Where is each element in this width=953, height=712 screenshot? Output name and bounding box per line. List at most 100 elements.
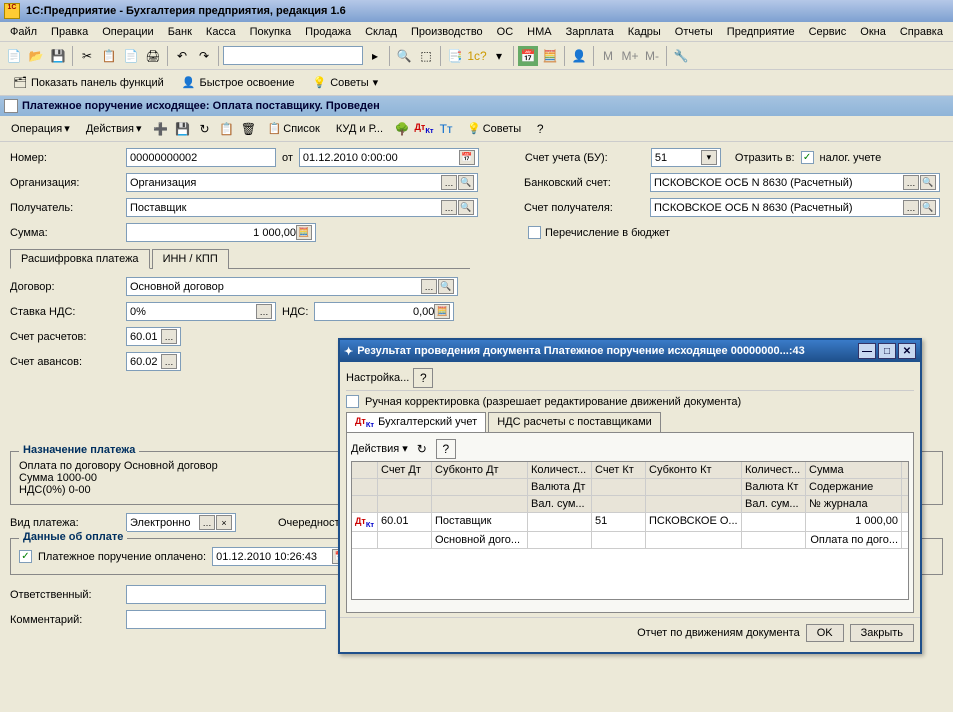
menu-help[interactable]: Справка	[894, 24, 949, 40]
copy-icon[interactable]: 📋	[99, 46, 119, 66]
lookup-icon[interactable]: 🔍	[458, 175, 474, 190]
tab-vat[interactable]: НДС расчеты с поставщиками	[488, 412, 661, 432]
minimize-icon[interactable]: —	[858, 343, 876, 359]
save-icon[interactable]: 💾	[48, 46, 68, 66]
find-icon[interactable]: 🔍	[394, 46, 414, 66]
contract-input[interactable]: Основной договор…🔍	[126, 277, 458, 296]
menu-windows[interactable]: Окна	[854, 24, 892, 40]
show-panel-button[interactable]: 🗂Показать панель функций	[6, 73, 171, 92]
menu-enterprise[interactable]: Предприятие	[721, 24, 801, 40]
menu-os[interactable]: ОС	[491, 24, 520, 40]
bank-input[interactable]: ПСКОВСКОЕ ОСБ N 8630 (Расчетный)…🔍	[650, 173, 940, 192]
maximize-icon[interactable]: □	[878, 343, 896, 359]
tips-button[interactable]: 💡Советы▾	[305, 73, 385, 92]
quick-learn-button[interactable]: 👤Быстрое освоение	[175, 73, 302, 92]
tab-inn-kpp[interactable]: ИНН / КПП	[152, 249, 229, 269]
lookup-icon[interactable]: 🔍	[920, 175, 936, 190]
advance-acct-input[interactable]: 60.02…	[126, 352, 181, 371]
calc-icon[interactable]: 🧮	[296, 225, 312, 240]
recipient-input[interactable]: Поставщик…🔍	[126, 198, 478, 217]
responsible-input[interactable]	[126, 585, 326, 604]
dropdown-icon[interactable]: ▾	[701, 150, 717, 165]
paste-icon[interactable]: 📄	[121, 46, 141, 66]
go-icon[interactable]: ▸	[365, 46, 385, 66]
lookup-icon[interactable]: 🔍	[458, 200, 474, 215]
tb-copy-icon[interactable]: 📋	[217, 119, 237, 139]
menu-cash[interactable]: Касса	[200, 24, 242, 40]
comment-input[interactable]	[126, 610, 326, 629]
select-icon[interactable]: …	[256, 304, 272, 319]
open-icon[interactable]: 📂	[26, 46, 46, 66]
close-button[interactable]: Закрыть	[850, 624, 914, 642]
menu-operations[interactable]: Операции	[96, 24, 159, 40]
tips2-button[interactable]: 💡 Советы	[460, 119, 528, 138]
date-input[interactable]: 01.12.2010 0:00:00📅	[299, 148, 479, 167]
table-row[interactable]: ДтКт 60.01 Поставщик 51 ПСКОВСКОЕ О... 1…	[352, 513, 908, 532]
lookup-icon[interactable]: 🔍	[920, 200, 936, 215]
menu-sale[interactable]: Продажа	[299, 24, 357, 40]
help-icon[interactable]: 1c?	[467, 46, 487, 66]
main-menu[interactable]: Файл Правка Операции Банк Касса Покупка …	[0, 22, 953, 42]
manual-checkbox[interactable]	[346, 395, 359, 408]
new-icon[interactable]: 📄	[4, 46, 24, 66]
select-icon[interactable]: …	[421, 279, 437, 294]
menu-bank[interactable]: Банк	[162, 24, 198, 40]
pay-kind-input[interactable]: Электронно…×	[126, 513, 236, 532]
clear-icon[interactable]: ×	[216, 515, 232, 530]
number-input[interactable]: 00000000002	[126, 148, 276, 167]
help3-icon[interactable]: ?	[413, 368, 433, 388]
actions-dropdown[interactable]: Действия ▾	[79, 119, 149, 138]
paid-checkbox[interactable]: ✓	[19, 550, 32, 563]
sum-input[interactable]: 1 000,00🧮	[126, 223, 316, 242]
menu-nma[interactable]: НМА	[521, 24, 557, 40]
org-input[interactable]: Организация…🔍	[126, 173, 478, 192]
select-icon[interactable]: …	[199, 515, 215, 530]
ok-button[interactable]: OK	[806, 624, 844, 642]
m-minus-icon[interactable]: M-	[642, 46, 662, 66]
calc-icon[interactable]: 🧮	[540, 46, 560, 66]
nalog-checkbox[interactable]: ✓	[801, 151, 814, 164]
calendar-icon[interactable]: 📅	[518, 46, 538, 66]
chevron-down-icon[interactable]: ▾	[489, 46, 509, 66]
menu-edit[interactable]: Правка	[45, 24, 94, 40]
list-button[interactable]: 📋 Список	[261, 119, 327, 138]
select-icon[interactable]: …	[441, 175, 457, 190]
racct-input[interactable]: ПСКОВСКОЕ ОСБ N 8630 (Расчетный)…🔍	[650, 198, 940, 217]
operation-dropdown[interactable]: Операция ▾	[4, 119, 77, 138]
tool2-icon[interactable]: 📑	[445, 46, 465, 66]
calc-icon[interactable]: 🧮	[434, 304, 450, 319]
user-icon[interactable]: 👤	[569, 46, 589, 66]
select-icon[interactable]: …	[441, 200, 457, 215]
movement-report-link[interactable]: Отчет по движениям документа	[637, 627, 800, 639]
tab-breakdown[interactable]: Расшифровка платежа	[10, 249, 150, 269]
calendar-picker-icon[interactable]: 📅	[459, 150, 475, 165]
settings-icon[interactable]: 🔧	[671, 46, 691, 66]
tb-new-icon[interactable]: ➕	[151, 119, 171, 139]
chart-icon[interactable]: Tт	[436, 119, 456, 139]
help4-icon[interactable]: ?	[436, 439, 456, 459]
tool1-icon[interactable]: ⬚	[416, 46, 436, 66]
menu-hr[interactable]: Кадры	[622, 24, 667, 40]
paid-date-input[interactable]: 01.12.2010 10:26:43📅	[212, 547, 352, 566]
select-icon[interactable]: …	[161, 329, 177, 344]
print-icon[interactable]: 🖨	[143, 46, 163, 66]
menu-reports[interactable]: Отчеты	[669, 24, 719, 40]
undo-icon[interactable]: ↶	[172, 46, 192, 66]
menu-file[interactable]: Файл	[4, 24, 43, 40]
menu-warehouse[interactable]: Склад	[359, 24, 403, 40]
lookup-icon[interactable]: 🔍	[438, 279, 454, 294]
dialog-titlebar[interactable]: ✦ Результат проведения документа Платежн…	[340, 340, 920, 362]
table-row[interactable]: Основной дого... Оплата по дого...	[352, 532, 908, 549]
tab-accounting[interactable]: ДтКтБухгалтерский учет	[346, 412, 486, 432]
menu-salary[interactable]: Зарплата	[560, 24, 620, 40]
nds-rate-input[interactable]: 0%…	[126, 302, 276, 321]
tree-icon[interactable]: 🌳	[392, 119, 412, 139]
settings-link[interactable]: Настройка...	[346, 372, 409, 384]
acct-input[interactable]: 51▾	[651, 148, 721, 167]
select-icon[interactable]: …	[903, 200, 919, 215]
redo-icon[interactable]: ↷	[194, 46, 214, 66]
close-icon[interactable]: ✕	[898, 343, 916, 359]
settle-acct-input[interactable]: 60.01…	[126, 327, 181, 346]
kud-button[interactable]: КУД и Р...	[329, 120, 390, 138]
tb-del-icon[interactable]: 🗑	[239, 119, 259, 139]
